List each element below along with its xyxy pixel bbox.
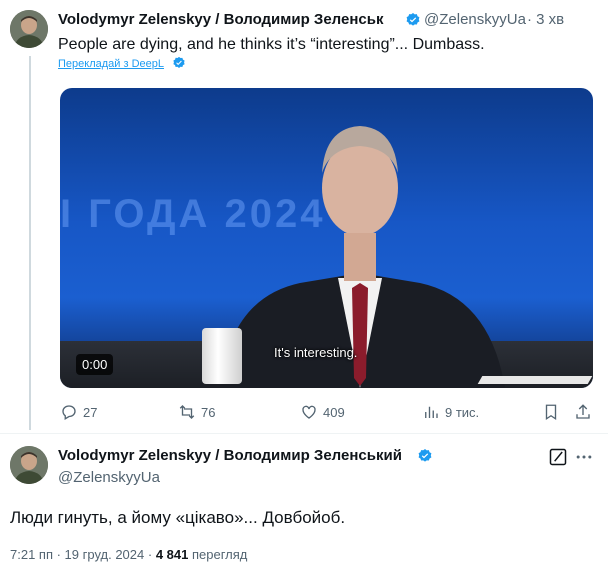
tweet-text: Люди гинуть, а йому «цікаво»... Довбойоб… bbox=[10, 508, 346, 527]
translate-link[interactable]: Перекладай з DeepL bbox=[58, 58, 164, 70]
avatar[interactable] bbox=[10, 10, 48, 48]
repost-icon bbox=[179, 405, 195, 419]
cup bbox=[202, 328, 242, 384]
more-icon bbox=[576, 455, 592, 459]
author-name[interactable]: Volodymyr Zelenskyy / Володимир Зеленськ… bbox=[58, 447, 402, 464]
divider bbox=[0, 433, 608, 434]
bookmark-icon bbox=[545, 404, 557, 421]
grok-button[interactable] bbox=[546, 445, 570, 469]
video-timecode: 0:00 bbox=[76, 354, 114, 375]
like-button[interactable]: 409 bbox=[300, 403, 345, 421]
author-name[interactable]: Volodymyr Zelenskyy / Володимир Зеленськ bbox=[58, 11, 383, 28]
author-handle[interactable]: @ZelenskyyUa bbox=[58, 469, 160, 486]
repost-button[interactable]: 76 bbox=[178, 403, 215, 421]
tweet-views-count: 4 841 bbox=[155, 547, 189, 562]
tweet-time[interactable]: 7:21 пп · 19 груд. 2024 · bbox=[10, 547, 152, 562]
speaker-figure bbox=[220, 126, 505, 388]
author-handle[interactable]: @ZelenskyyUa bbox=[424, 11, 526, 28]
verified-icon bbox=[417, 448, 433, 464]
grok-icon bbox=[549, 448, 567, 466]
views-count: 9 тис. bbox=[445, 404, 480, 420]
reply-count: 27 bbox=[83, 404, 98, 420]
repost-count: 76 bbox=[201, 404, 216, 420]
like-count: 409 bbox=[323, 404, 345, 420]
reply-icon bbox=[62, 405, 76, 420]
views-button[interactable]: 9 тис. bbox=[422, 403, 479, 421]
reply-button[interactable]: 27 bbox=[60, 403, 97, 421]
like-icon bbox=[302, 405, 316, 419]
papers bbox=[477, 376, 593, 384]
tweet-meta: 7:21 пп · 19 груд. 2024 · 4 841 перегляд bbox=[10, 547, 247, 562]
views-icon bbox=[425, 406, 438, 418]
more-button[interactable] bbox=[572, 445, 596, 469]
thread-line bbox=[29, 56, 31, 430]
deepl-icon bbox=[172, 56, 186, 70]
bookmark-button[interactable] bbox=[542, 403, 560, 421]
share-icon bbox=[576, 404, 590, 419]
share-button[interactable] bbox=[574, 403, 592, 421]
verified-icon bbox=[405, 12, 421, 28]
timestamp[interactable]: · 3 хв bbox=[527, 11, 564, 28]
tweet-text: People are dying, and he thinks it’s “in… bbox=[58, 36, 485, 53]
avatar[interactable] bbox=[10, 446, 48, 484]
video-player[interactable]: І ГОДА 2024 It's interesting. 0:00 bbox=[60, 88, 593, 388]
tweet-views-label: перегляд bbox=[191, 547, 248, 562]
video-subtitle: It's interesting. bbox=[274, 345, 358, 360]
